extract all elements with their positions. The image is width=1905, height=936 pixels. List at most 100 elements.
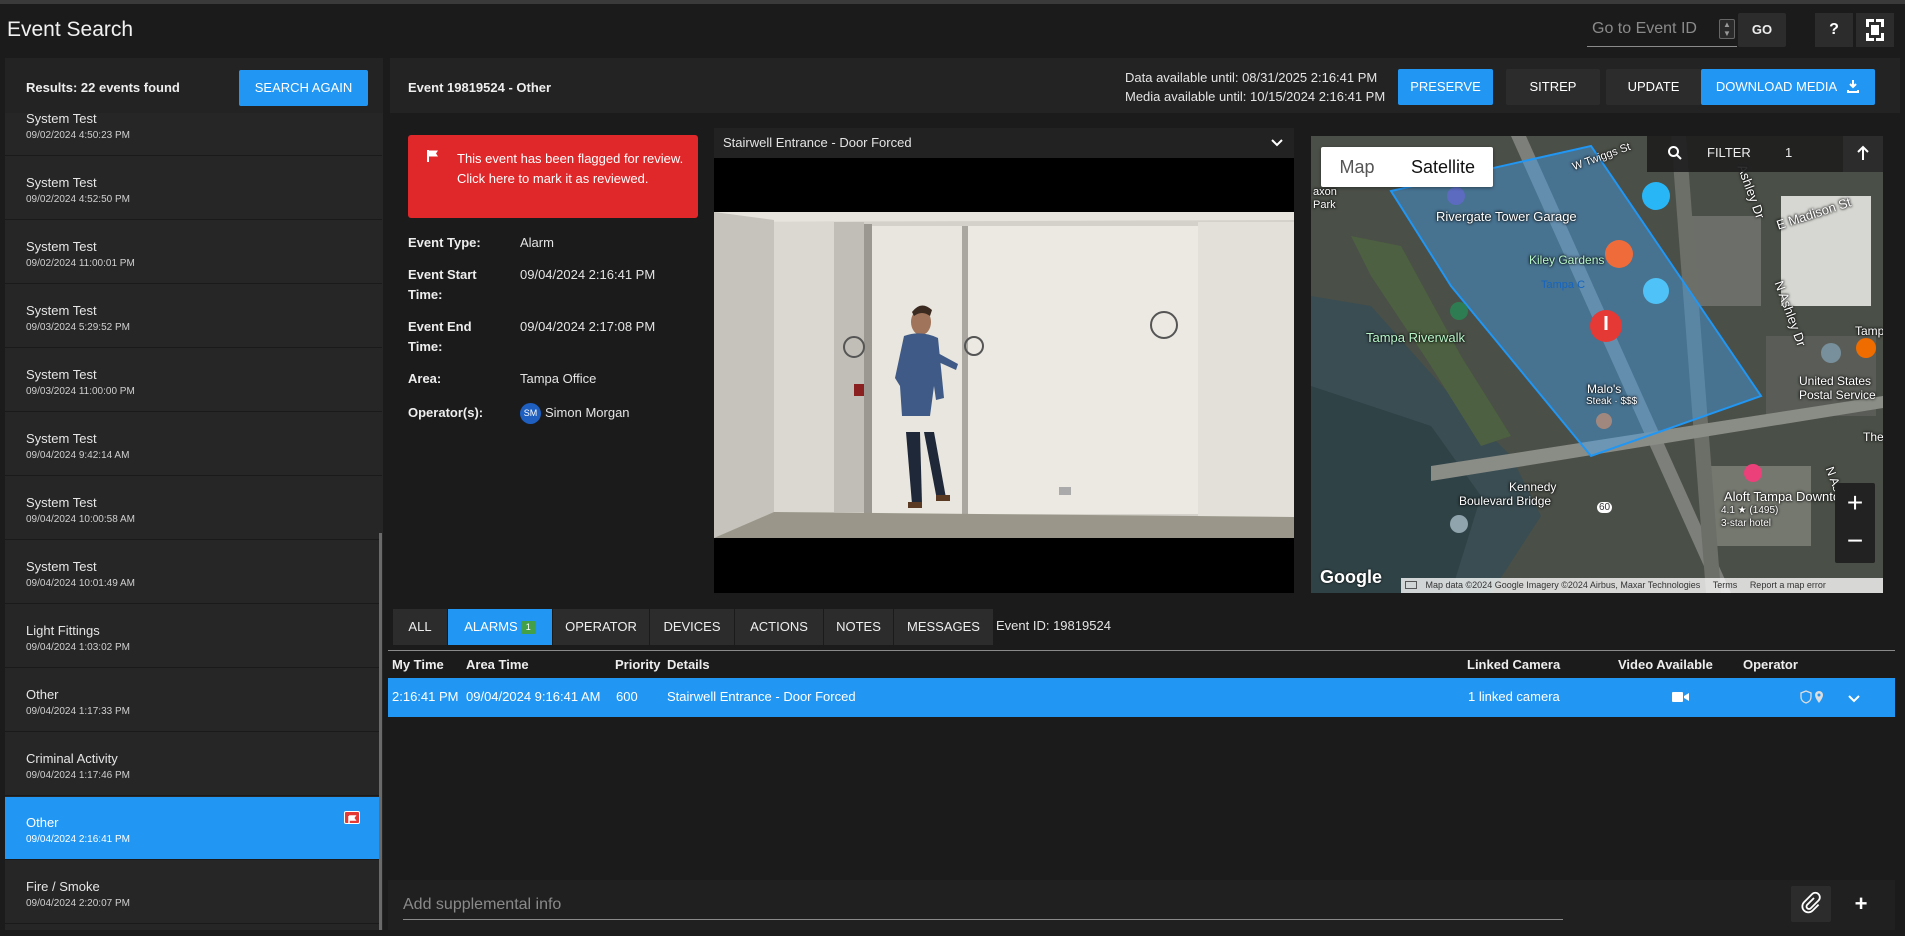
flag-icon bbox=[344, 811, 360, 824]
update-button[interactable]: UPDATE bbox=[1606, 69, 1701, 105]
map-view[interactable]: Rivergate Tower Garage Kiley Gardens Tam… bbox=[1311, 136, 1883, 593]
availability-info: Data available until: 08/31/2025 2:16:41… bbox=[1125, 68, 1385, 106]
search-again-button[interactable]: SEARCH AGAIN bbox=[239, 70, 368, 106]
map-filter-button[interactable]: FILTER bbox=[1707, 145, 1751, 160]
video-panel: Stairwell Entrance - Door Forced bbox=[714, 128, 1294, 593]
review-flag-banner[interactable]: This event has been flagged for review. … bbox=[408, 135, 698, 218]
event-name: System Test bbox=[26, 559, 97, 574]
preserve-button[interactable]: PRESERVE bbox=[1398, 69, 1493, 105]
column-header-priority[interactable]: Priority bbox=[615, 657, 661, 672]
operator-name: Simon Morgan bbox=[545, 405, 630, 420]
column-header-my-time[interactable]: My Time bbox=[392, 657, 444, 672]
list-item[interactable]: System Test 09/04/2024 10:00:58 AM bbox=[5, 477, 382, 540]
tab-alarms-label: ALARMS bbox=[464, 619, 518, 634]
list-item[interactable]: Criminal Activity 09/04/2024 1:17:46 PM bbox=[5, 733, 382, 796]
flag-icon bbox=[427, 150, 438, 162]
column-header-area-time[interactable]: Area Time bbox=[466, 657, 529, 672]
map-label: Steak · $$$ bbox=[1586, 396, 1638, 407]
list-item[interactable]: System Test 09/02/2024 11:00:01 PM bbox=[5, 221, 382, 284]
top-bar: Event Search ▲▼ GO ? bbox=[0, 0, 1905, 50]
event-time: 09/02/2024 4:50:23 PM bbox=[26, 130, 130, 141]
list-item[interactable]: Other 09/04/2024 1:17:33 PM bbox=[5, 669, 382, 732]
route-shield: 60 bbox=[1597, 502, 1613, 513]
column-header-details[interactable]: Details bbox=[667, 657, 710, 672]
go-button[interactable]: GO bbox=[1738, 13, 1786, 47]
zoom-in-button[interactable]: + bbox=[1835, 483, 1875, 523]
start-label-line-1: Event Start bbox=[408, 267, 477, 282]
fullscreen-button[interactable] bbox=[1856, 13, 1894, 47]
operator-location-icon[interactable] bbox=[1800, 690, 1826, 704]
help-button[interactable]: ? bbox=[1815, 13, 1853, 47]
results-header: Results: 22 events found SEARCH AGAIN bbox=[5, 58, 383, 113]
column-header-linked-camera[interactable]: Linked Camera bbox=[1467, 657, 1560, 672]
tab-messages[interactable]: MESSAGES bbox=[894, 609, 993, 645]
list-scrollbar[interactable] bbox=[379, 533, 382, 930]
spinner-icon[interactable]: ▲ ▼ bbox=[1719, 19, 1735, 39]
supplemental-input[interactable] bbox=[403, 890, 1563, 920]
event-time: 09/04/2024 10:01:49 AM bbox=[26, 578, 135, 589]
goto-event-input[interactable] bbox=[1592, 17, 1712, 41]
event-time: 09/02/2024 11:00:01 PM bbox=[26, 258, 135, 269]
chevron-down-icon[interactable] bbox=[1846, 690, 1862, 706]
list-item-selected[interactable]: Other 09/04/2024 2:16:41 PM bbox=[5, 797, 382, 860]
end-label-line-2: Time: bbox=[408, 339, 443, 354]
video-camera-icon[interactable] bbox=[1672, 691, 1690, 703]
event-time: 09/04/2024 2:20:07 PM bbox=[26, 898, 130, 909]
cell-details: Stairwell Entrance - Door Forced bbox=[667, 689, 856, 704]
alarm-count-badge: 1 bbox=[520, 621, 536, 635]
list-item[interactable]: System Test 09/03/2024 5:29:52 PM bbox=[5, 285, 382, 348]
attach-button[interactable] bbox=[1791, 886, 1831, 922]
map-label: Malo's bbox=[1587, 382, 1622, 396]
event-time: 09/03/2024 5:29:52 PM bbox=[26, 322, 130, 333]
start-time-label: Event Start Time: bbox=[408, 265, 477, 305]
map-type-map[interactable]: Map bbox=[1321, 147, 1393, 187]
media-available: Media available until: 10/15/2024 2:16:4… bbox=[1125, 89, 1386, 104]
tab-devices[interactable]: DEVICES bbox=[650, 609, 734, 645]
map-type-toggle: Map Satellite bbox=[1321, 147, 1493, 187]
video-frame-image bbox=[714, 212, 1294, 538]
event-time: 09/04/2024 10:00:58 AM bbox=[26, 514, 135, 525]
event-name: System Test bbox=[26, 113, 97, 126]
list-item[interactable]: Light Fittings 09/04/2024 1:03:02 PM bbox=[5, 605, 382, 668]
download-media-button[interactable]: DOWNLOAD MEDIA bbox=[1701, 69, 1875, 105]
event-name: Other bbox=[26, 815, 59, 830]
map-label: United States bbox=[1799, 374, 1872, 388]
expand-map-button[interactable] bbox=[1843, 136, 1883, 172]
flag-line-2: Click here to mark it as reviewed. bbox=[457, 170, 649, 186]
report-error-link[interactable]: Report a map error bbox=[1750, 580, 1826, 590]
map-type-satellite[interactable]: Satellite bbox=[1393, 147, 1493, 187]
tab-notes[interactable]: NOTES bbox=[824, 609, 893, 645]
search-icon[interactable] bbox=[1667, 145, 1683, 161]
event-time: 09/02/2024 4:52:50 PM bbox=[26, 194, 130, 205]
list-item[interactable]: System Test 09/04/2024 9:42:14 AM bbox=[5, 413, 382, 476]
event-time: 09/04/2024 9:42:14 AM bbox=[26, 450, 130, 461]
end-time-label: Event End Time: bbox=[408, 317, 472, 357]
map-label: 3-star hotel bbox=[1721, 518, 1772, 529]
event-name: System Test bbox=[26, 367, 97, 382]
map-label: axon bbox=[1313, 186, 1337, 198]
sitrep-button[interactable]: SITREP bbox=[1506, 69, 1600, 105]
zoom-out-button[interactable]: − bbox=[1835, 523, 1875, 563]
cell-my-time: 2:16:41 PM bbox=[392, 689, 459, 704]
list-item[interactable]: System Test 09/02/2024 4:52:50 PM bbox=[5, 157, 382, 220]
column-header-video-available[interactable]: Video Available bbox=[1618, 657, 1713, 672]
list-item[interactable]: System Test 09/02/2024 4:50:23 PM bbox=[5, 113, 382, 156]
event-id-label: Event ID: 19819524 bbox=[996, 618, 1111, 633]
tab-actions[interactable]: ACTIONS bbox=[735, 609, 823, 645]
event-name: System Test bbox=[26, 239, 97, 254]
map-label: Kennedy bbox=[1509, 480, 1557, 494]
tab-alarms[interactable]: ALARMS 1 bbox=[448, 609, 552, 645]
flag-message: This event has been flagged for review. … bbox=[457, 149, 687, 188]
table-row[interactable]: 2:16:41 PM 09/04/2024 9:16:41 AM 600 Sta… bbox=[388, 678, 1895, 717]
camera-selector[interactable]: Stairwell Entrance - Door Forced bbox=[714, 128, 1294, 158]
terms-link[interactable]: Terms bbox=[1713, 580, 1738, 590]
column-header-operator[interactable]: Operator bbox=[1743, 657, 1798, 672]
tab-all[interactable]: ALL bbox=[393, 609, 447, 645]
add-button[interactable]: + bbox=[1841, 886, 1881, 922]
list-item[interactable]: System Test 09/04/2024 10:01:49 AM bbox=[5, 541, 382, 604]
list-item[interactable]: Fire / Smoke 09/04/2024 2:20:07 PM bbox=[5, 861, 382, 924]
video-player[interactable] bbox=[714, 212, 1294, 538]
tab-operator[interactable]: OPERATOR bbox=[553, 609, 649, 645]
list-item[interactable]: System Test 09/03/2024 11:00:00 PM bbox=[5, 349, 382, 412]
keyboard-icon[interactable] bbox=[1405, 581, 1417, 589]
